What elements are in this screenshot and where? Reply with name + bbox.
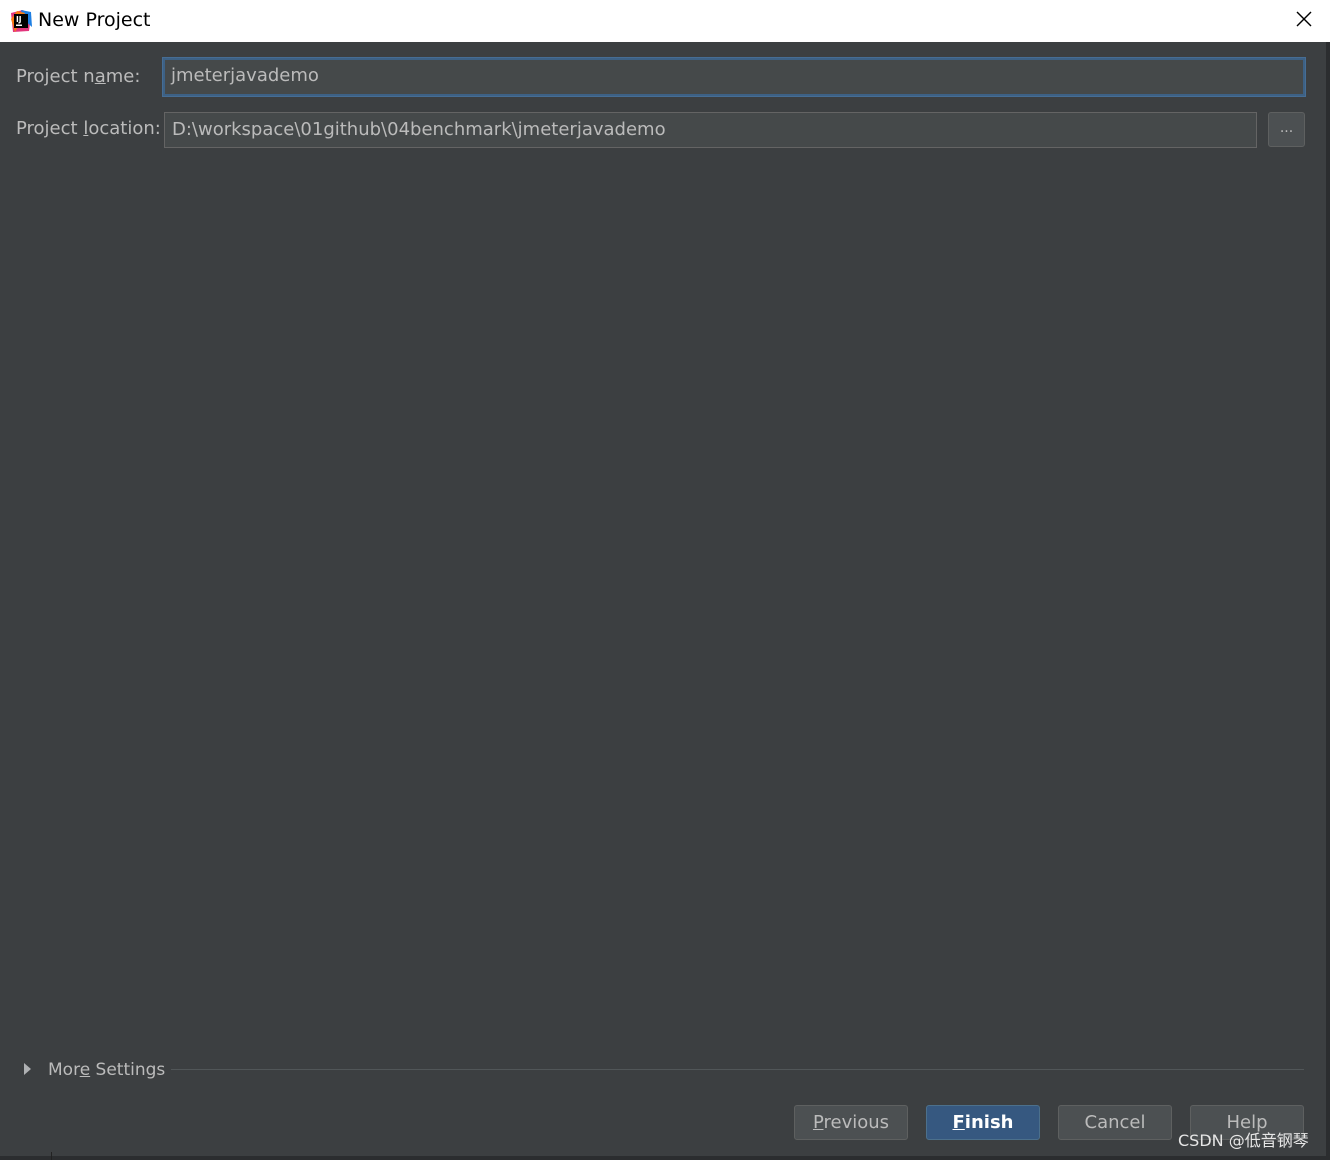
title-bar: IJ New Project bbox=[0, 0, 1330, 42]
intellij-idea-icon: IJ bbox=[9, 9, 33, 33]
window-border bbox=[1326, 42, 1330, 1160]
more-settings-toggle[interactable]: More Settings bbox=[22, 1058, 165, 1082]
window-edge-mark bbox=[51, 1152, 52, 1160]
close-button[interactable] bbox=[1278, 0, 1330, 42]
triangle-right-icon bbox=[22, 1061, 32, 1080]
finish-button[interactable]: Finish bbox=[926, 1105, 1040, 1140]
project-name-label: Project name: bbox=[16, 66, 141, 87]
previous-button[interactable]: Previous bbox=[794, 1105, 908, 1140]
project-name-input[interactable]: jmeterjavademo bbox=[162, 57, 1306, 97]
close-icon bbox=[1295, 10, 1313, 32]
svg-text:IJ: IJ bbox=[16, 15, 22, 24]
window-title: New Project bbox=[38, 9, 151, 31]
browse-button[interactable]: ... bbox=[1268, 112, 1305, 147]
window-border-bottom bbox=[0, 1156, 1326, 1160]
project-location-input[interactable]: D:\workspace\01github\04benchmark\jmeter… bbox=[164, 112, 1257, 148]
more-settings-label: More Settings bbox=[48, 1060, 166, 1080]
watermark: CSDN @低音钢琴 bbox=[1178, 1131, 1309, 1150]
more-settings-separator bbox=[171, 1069, 1304, 1070]
project-location-label: Project location: bbox=[16, 118, 161, 139]
new-project-dialog bbox=[0, 42, 1326, 1160]
cancel-button[interactable]: Cancel bbox=[1058, 1105, 1172, 1140]
